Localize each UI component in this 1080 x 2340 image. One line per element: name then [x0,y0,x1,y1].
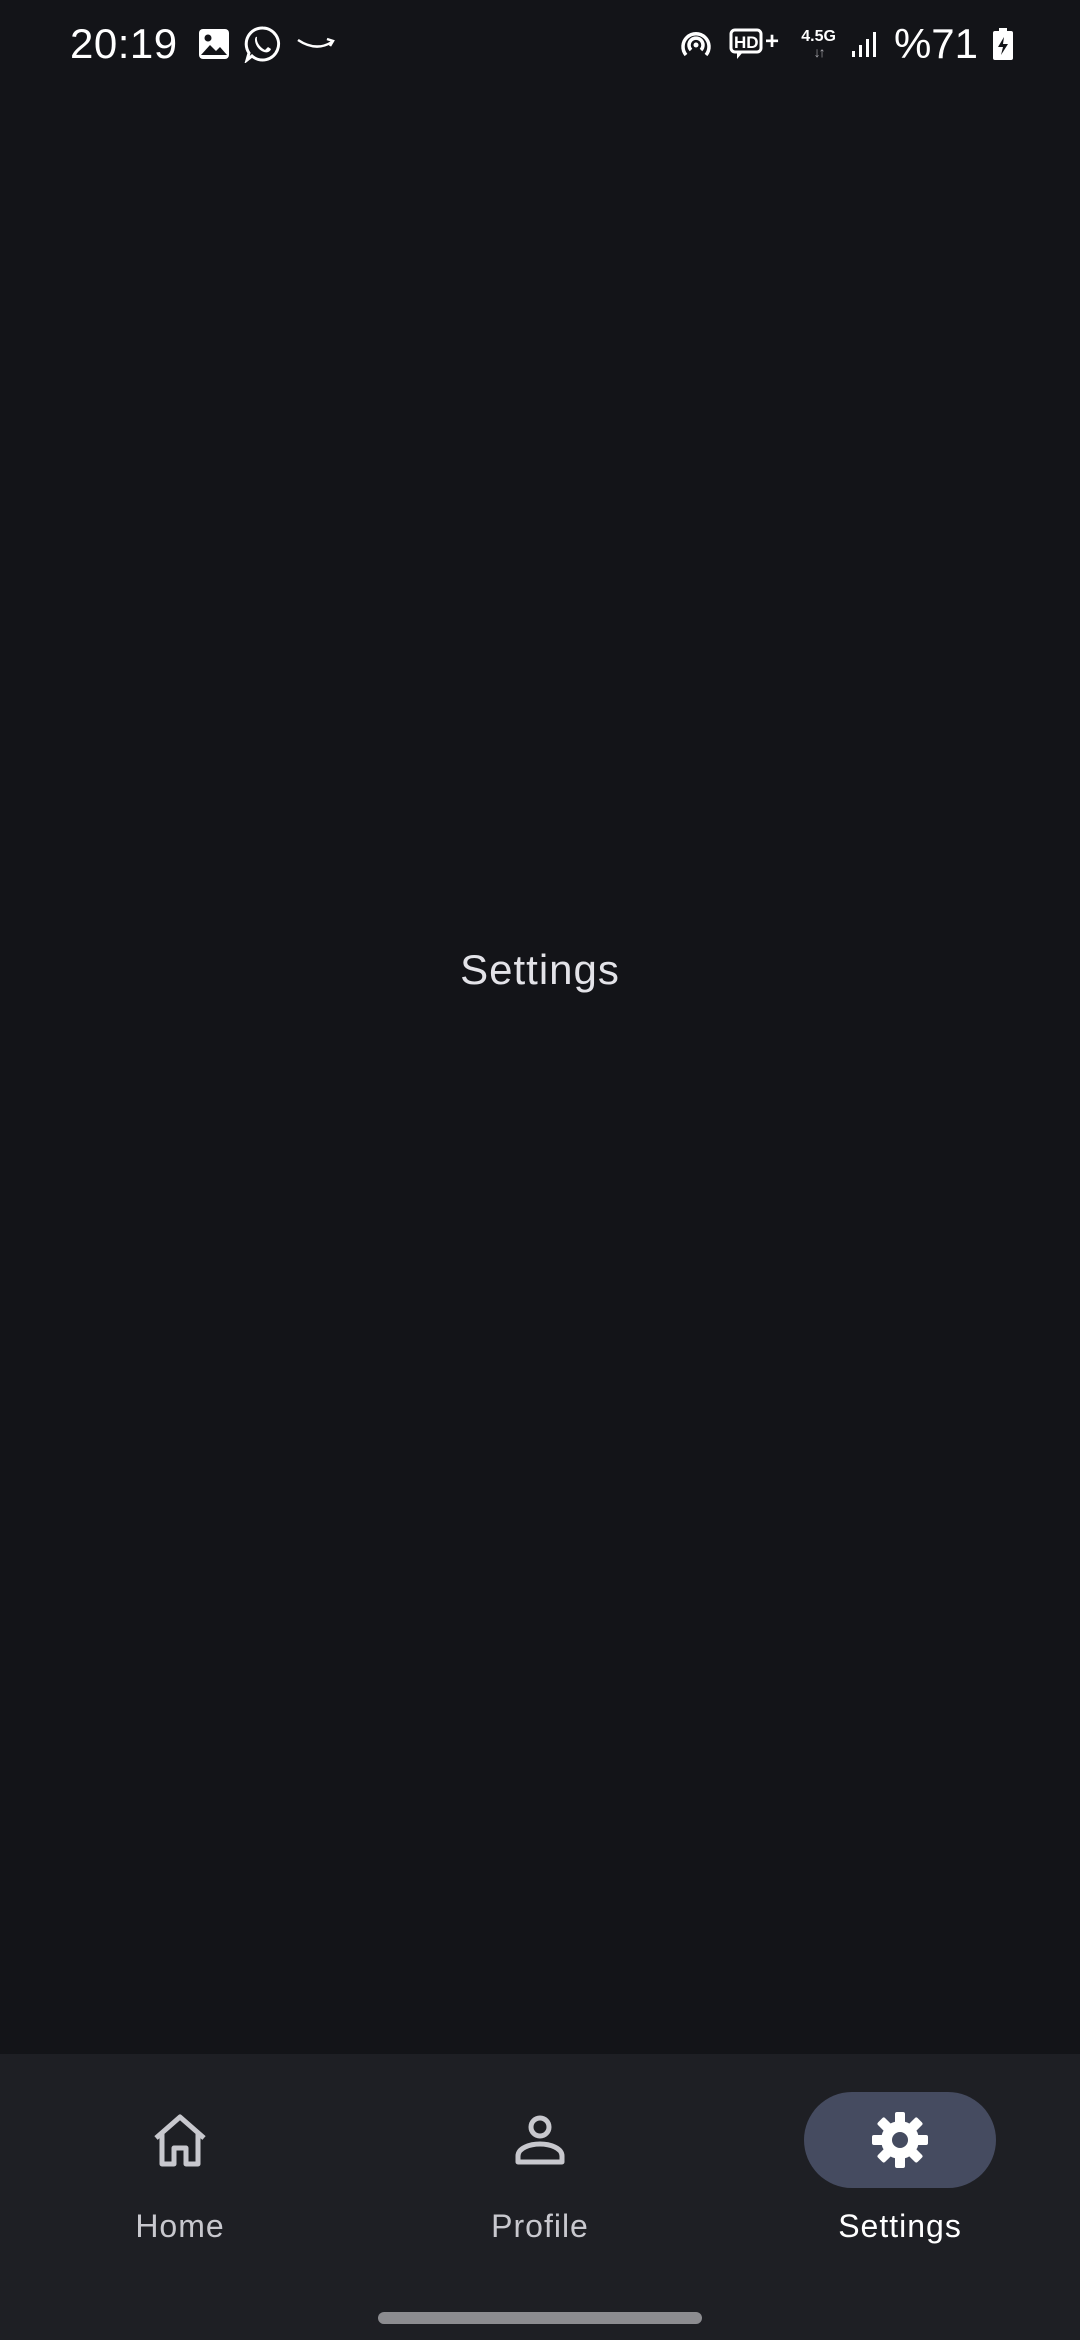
status-time: 20:19 [70,20,178,67]
nav-item-profile[interactable]: Profile [360,2092,720,2272]
svg-text:HD: HD [734,33,759,52]
signal-icon [850,29,880,59]
page-title: Settings [460,946,620,993]
network-arrows: ↓↑ [813,44,826,60]
nav-pill-settings [804,2092,996,2188]
network-type: 4.5G ↓↑ [801,28,836,60]
gear-icon [870,2110,930,2170]
whatsapp-icon [244,25,282,63]
status-right: HD + 4.5G ↓↑ %71 [677,16,1014,72]
nav-pill-profile [444,2092,636,2188]
person-icon [512,2112,568,2168]
status-left: 20:19 [70,16,336,72]
home-indicator[interactable] [378,2312,702,2324]
bottom-navigation: Home Profile Settings [0,2054,1080,2340]
nav-label-profile: Profile [491,2208,589,2244]
svg-text:+: + [765,28,779,55]
hotspot-icon [677,25,715,63]
status-bar: 20:19 HD + 4.5G ↓↑ %71 [0,0,1080,90]
amazon-icon [296,34,336,54]
nav-pill-home [84,2092,276,2188]
nav-item-settings[interactable]: Settings [720,2092,1080,2272]
network-type-label: 4.5G [801,28,836,45]
hd-voice-icon: HD + [729,27,787,61]
battery-percent: %71 [893,20,978,67]
home-icon [150,2112,210,2168]
nav-label-home: Home [135,2208,225,2244]
gallery-icon [198,28,230,60]
battery-charging-icon [992,27,1014,61]
nav-label-settings: Settings [838,2208,962,2244]
nav-item-home[interactable]: Home [0,2092,360,2272]
